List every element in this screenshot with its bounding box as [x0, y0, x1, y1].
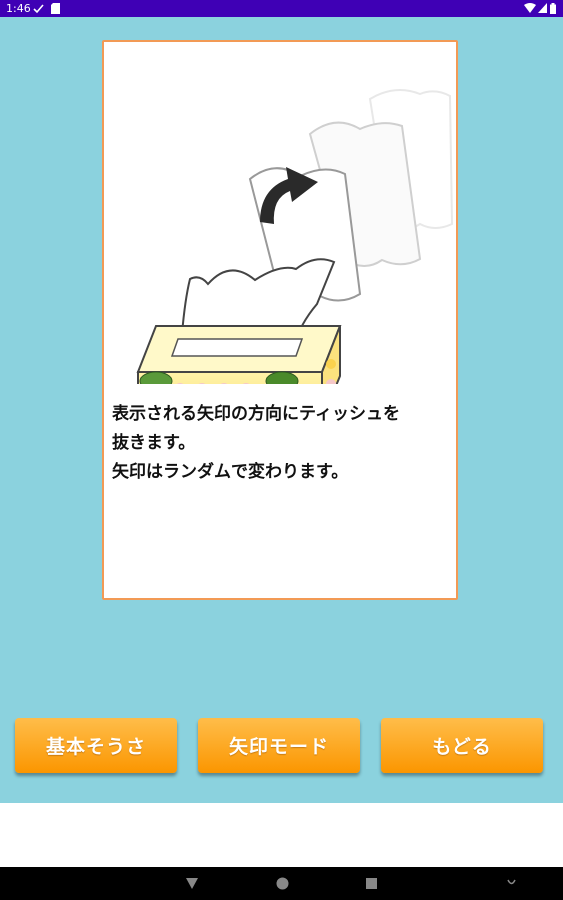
basic-controls-button[interactable]: 基本そうさ — [15, 718, 177, 773]
back-button[interactable]: もどる — [381, 718, 543, 773]
instruction-line: 抜きます。 — [112, 433, 196, 453]
wifi-icon — [524, 3, 536, 13]
bottom-blank-area — [0, 803, 563, 867]
status-time: 1:46 — [6, 2, 31, 15]
back-icon[interactable] — [186, 878, 198, 889]
battery-icon — [550, 3, 556, 14]
status-bar: 1:46 — [0, 0, 563, 17]
instruction-text: 表示される矢印の方向にティッシュを 抜きます。 矢印はランダムで変わります。 — [112, 400, 460, 487]
sd-card-icon — [51, 3, 60, 14]
signal-icon — [538, 3, 547, 13]
recents-icon[interactable] — [366, 878, 377, 889]
navigation-bar — [0, 867, 563, 900]
instruction-line: 矢印はランダムで変わります。 — [112, 462, 349, 482]
assistant-icon[interactable] — [507, 879, 516, 887]
check-icon — [33, 4, 44, 14]
instruction-card: 表示される矢印の方向にティッシュを 抜きます。 矢印はランダムで変わります。 — [102, 40, 458, 600]
tissue-box-illustration — [136, 89, 454, 384]
home-icon[interactable] — [276, 877, 289, 890]
arrow-mode-button[interactable]: 矢印モード — [198, 718, 360, 773]
instruction-line: 表示される矢印の方向にティッシュを — [112, 404, 400, 424]
